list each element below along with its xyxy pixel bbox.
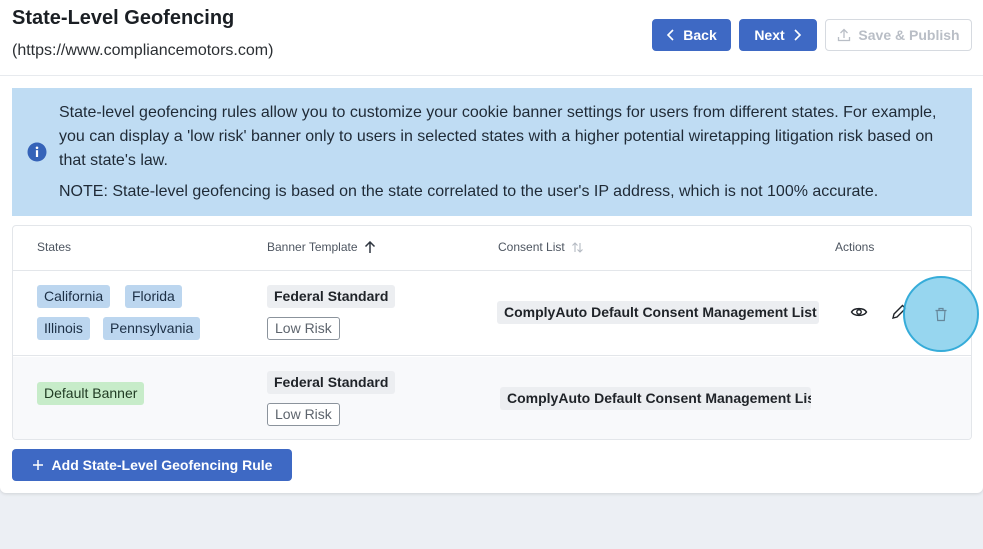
back-button[interactable]: Back — [652, 19, 731, 51]
state-tag: California — [37, 285, 111, 308]
chevron-right-icon — [794, 29, 801, 41]
default-banner-tag: Default Banner — [37, 382, 145, 405]
column-states-label: States — [37, 240, 72, 254]
save-publish-label: Save & Publish — [858, 27, 960, 43]
site-url: (https://www.compliancemotors.com) — [12, 42, 274, 59]
column-consent-list[interactable]: Consent List — [498, 240, 584, 254]
sort-up-icon — [364, 240, 375, 253]
add-rule-label: Add State-Level Geofencing Rule — [51, 457, 273, 473]
risk-tag: Low Risk — [267, 403, 340, 426]
sort-icon — [571, 241, 583, 253]
column-banner-template[interactable]: Banner Template — [267, 240, 376, 254]
page-title: State-Level Geofencing — [12, 7, 235, 29]
table-row: California Florida Illinois Pennsylvania… — [13, 271, 971, 356]
state-tag: Pennsylvania — [103, 317, 201, 340]
geofencing-table: States Banner Template Consent List Acti… — [12, 225, 972, 440]
state-tag: Illinois — [37, 317, 90, 340]
eye-icon[interactable] — [850, 303, 868, 321]
column-banner-template-label: Banner Template — [267, 240, 358, 254]
geofencing-card: State-Level Geofencing (https://www.comp… — [0, 0, 983, 493]
info-text: State-level geofencing rules allow you t… — [59, 104, 937, 169]
consent-list-tag: ComplyAuto Default Consent Management Li… — [500, 387, 811, 410]
risk-tag: Low Risk — [267, 317, 340, 340]
delete-button-highlight[interactable] — [903, 276, 979, 352]
next-button-label: Next — [754, 27, 785, 43]
next-button[interactable]: Next — [739, 19, 817, 51]
header-divider — [0, 75, 983, 76]
plus-icon — [32, 460, 43, 470]
info-banner: State-level geofencing rules allow you t… — [12, 88, 972, 216]
column-actions: Actions — [835, 240, 874, 254]
add-rule-button[interactable]: Add State-Level Geofencing Rule — [12, 449, 292, 481]
state-tag: Florida — [125, 285, 182, 308]
column-consent-list-label: Consent List — [498, 240, 565, 254]
chevron-left-icon — [667, 29, 674, 41]
banner-template-tag: Federal Standard — [267, 285, 396, 308]
info-icon — [27, 142, 47, 162]
upload-icon — [838, 28, 851, 42]
back-button-label: Back — [683, 27, 717, 43]
table-row: Default Banner Federal Standard Low Risk… — [13, 357, 971, 439]
save-publish-button[interactable]: Save & Publish — [825, 19, 972, 51]
banner-template-tag: Federal Standard — [267, 371, 396, 394]
table-header: States Banner Template Consent List Acti… — [13, 226, 971, 271]
consent-list-tag: ComplyAuto Default Consent Management Li… — [497, 301, 819, 324]
column-actions-label: Actions — [835, 240, 875, 254]
info-note: NOTE: State-level geofencing is based on… — [59, 183, 879, 200]
column-states[interactable]: States — [37, 240, 71, 254]
trash-icon — [935, 307, 947, 321]
